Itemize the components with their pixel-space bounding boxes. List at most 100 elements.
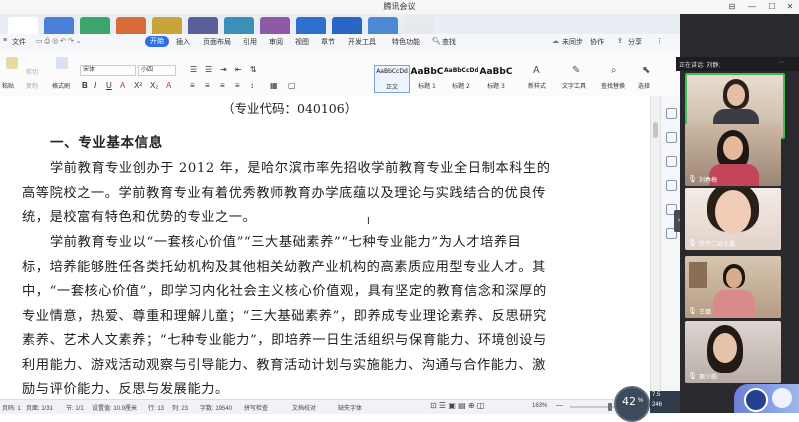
document-tab[interactable] — [44, 17, 74, 34]
document-canvas[interactable]: （专业代码：040106） 一、专业基本信息 学前教育专业创办于 2012 年，… — [0, 96, 650, 399]
participant-tile[interactable]: 🎙︎ 齐齐二幼王鑫 — [685, 188, 781, 250]
panel-tool-icon[interactable] — [666, 156, 677, 167]
missing-font-button[interactable]: 缺失字体 — [338, 403, 362, 412]
shading-icon[interactable]: ▦ — [270, 81, 278, 90]
mic-icon: 🎙︎ — [688, 308, 697, 315]
align-justify-icon[interactable]: ≡ — [235, 81, 240, 90]
network-gauge[interactable]: 42 % — [614, 386, 650, 422]
font-name-select[interactable]: 宋体 — [80, 65, 136, 76]
window-title: 腾讯会议 — [383, 2, 416, 11]
sync-status[interactable]: 未同步 — [562, 37, 583, 47]
quick-access-icons[interactable]: ▭ ⎙ ◎ ↶ ↷ ⌄ — [36, 37, 82, 46]
find-replace-button[interactable]: 查找替换 — [601, 81, 625, 90]
network-percent: 42 — [622, 395, 636, 408]
document-tab[interactable] — [188, 17, 218, 34]
border-icon[interactable]: ▢ — [288, 81, 296, 90]
panel-tool-icon[interactable] — [666, 180, 677, 191]
document-tab[interactable] — [80, 17, 110, 34]
align-left-icon[interactable]: ≡ — [190, 81, 195, 90]
tab-start[interactable]: 开始 — [145, 36, 169, 47]
tab-chapter[interactable]: 章节 — [321, 37, 335, 47]
more-options-icon[interactable]: ··· — [778, 59, 785, 66]
more-icon[interactable]: ⋮ — [656, 37, 663, 45]
hamburger-icon[interactable]: ≡ — [3, 37, 7, 44]
participant-tile[interactable]: 🎙︎ 窦少皓 — [685, 321, 781, 383]
bold-icon[interactable]: B — [82, 81, 88, 90]
highlight-icon[interactable]: A — [166, 81, 171, 90]
outdent-icon[interactable]: ⇤ — [235, 65, 242, 74]
tab-review[interactable]: 审阅 — [269, 37, 283, 47]
panel-tool-icon[interactable] — [666, 108, 677, 119]
share-button[interactable]: 分享 — [628, 37, 642, 47]
tab-references[interactable]: 引用 — [243, 37, 257, 47]
subscript-icon[interactable]: X₂ — [150, 81, 158, 90]
line-spacing-icon[interactable]: ↕ — [250, 81, 254, 90]
proofread-button[interactable]: 文档校对 — [292, 403, 316, 412]
close-icon[interactable]: ✕ — [783, 1, 797, 13]
text-tools-button[interactable]: 文字工具 — [562, 81, 586, 90]
bullet-list-icon[interactable]: ☰ — [190, 65, 197, 74]
panel-tool-icon[interactable] — [666, 132, 677, 143]
collab-button[interactable]: 协作 — [590, 37, 604, 47]
tab-layout[interactable]: 页面布局 — [203, 37, 231, 47]
font-color-icon[interactable]: A — [120, 81, 125, 90]
indent-icon[interactable]: ⇥ — [220, 65, 227, 74]
pin-icon[interactable]: ⊟ — [725, 1, 739, 13]
paste-icon[interactable] — [6, 57, 18, 69]
style-heading-3[interactable]: AaBbC 标题 3 — [479, 65, 513, 91]
search-icon[interactable]: 🔍︎ — [432, 37, 441, 45]
zoom-level[interactable]: 163% — [532, 403, 547, 409]
font-size-select[interactable]: 小四 — [138, 65, 176, 76]
spell-check-toggle[interactable]: 拼写检查 — [244, 403, 268, 412]
minimize-icon[interactable]: — — [745, 1, 759, 13]
style-heading-1[interactable]: AaBbC 标题 1 — [410, 65, 444, 91]
select-icon[interactable]: ⬉ — [642, 65, 650, 76]
underline-icon[interactable]: U — [106, 81, 112, 90]
tab-developer[interactable]: 开发工具 — [348, 37, 376, 47]
mic-icon: 🎙︎ — [688, 176, 697, 183]
document-tab[interactable] — [8, 17, 38, 34]
align-center-icon[interactable]: ≡ — [205, 81, 210, 90]
copy-button[interactable]: 复制 — [26, 81, 38, 90]
sort-icon[interactable]: ⇅ — [250, 65, 257, 74]
paste-button[interactable]: 粘贴 — [2, 81, 14, 90]
text-tools-icon[interactable]: ✎ — [572, 65, 580, 76]
document-tab[interactable] — [152, 17, 182, 34]
document-tab[interactable] — [404, 17, 434, 34]
participant-tile[interactable]: 🎙︎ 刘春梅 — [685, 124, 781, 186]
select-button[interactable]: 选择 — [638, 81, 650, 90]
status-wordcount[interactable]: 字数: 19540 — [200, 403, 232, 412]
cloud-icon: ☁ — [552, 38, 559, 45]
zoom-slider-thumb[interactable] — [608, 403, 612, 411]
document-tab[interactable] — [332, 17, 362, 34]
maximize-icon[interactable]: ☐ — [765, 1, 779, 13]
superscript-icon[interactable]: X² — [134, 81, 142, 90]
participant-tile[interactable]: 🎙︎ 王璐 — [685, 256, 781, 318]
number-list-icon[interactable]: ☰ — [205, 65, 212, 74]
find-replace-icon[interactable]: ⌕ — [611, 65, 617, 76]
align-right-icon[interactable]: ≡ — [220, 81, 225, 90]
cut-button[interactable]: 剪切 — [26, 67, 38, 76]
document-tab[interactable] — [368, 17, 398, 34]
zoom-out-icon[interactable]: — — [556, 402, 563, 409]
style-normal[interactable]: AaBbCcDd 正文 — [374, 65, 410, 93]
paragraph-line: 中，“一套核心价值”，即学习内化社会主义核心价值观，具有坚定的教育信念和深厚的 — [22, 284, 547, 299]
tab-insert[interactable]: 插入 — [176, 37, 190, 47]
document-tab[interactable] — [116, 17, 146, 34]
document-tab[interactable] — [260, 17, 290, 34]
scrollbar-thumb[interactable] — [653, 122, 658, 138]
search-button[interactable]: 查找 — [442, 37, 456, 47]
view-mode-icons[interactable]: ⊡ ☰ ▣ ▤ ⊕ ◫ — [430, 401, 484, 410]
italic-icon[interactable]: I — [94, 81, 96, 90]
tab-features[interactable]: 特色功能 — [392, 37, 420, 47]
document-tab[interactable] — [296, 17, 326, 34]
document-tab[interactable] — [224, 17, 254, 34]
tab-view[interactable]: 视图 — [295, 37, 309, 47]
share-icon[interactable]: ⇪ — [617, 37, 623, 45]
format-painter-icon[interactable] — [56, 57, 68, 69]
style-heading-2[interactable]: AaBbCcDd 标题 2 — [444, 65, 478, 91]
format-painter-button[interactable]: 格式刷 — [52, 81, 70, 90]
new-style-icon[interactable]: A — [533, 65, 540, 76]
menu-file[interactable]: 文件 — [12, 37, 26, 47]
new-style-button[interactable]: 新样式 — [528, 81, 546, 90]
